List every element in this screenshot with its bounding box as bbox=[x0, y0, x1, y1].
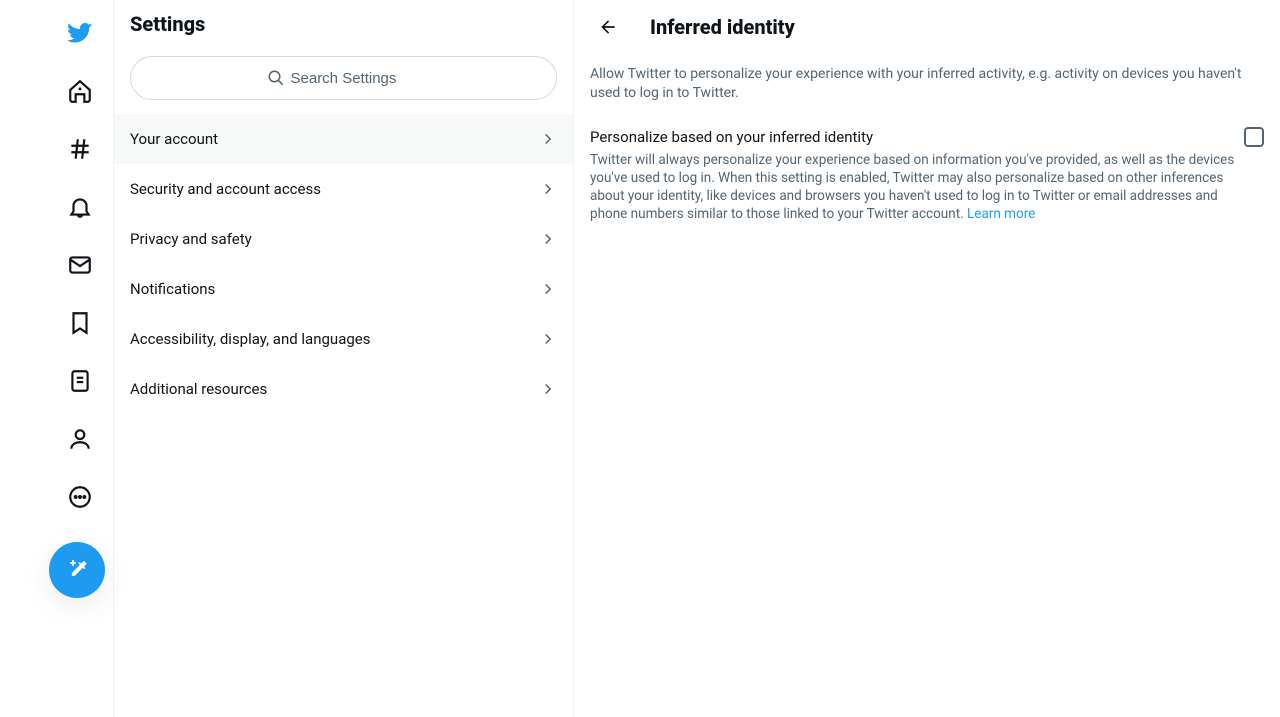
search-container bbox=[114, 48, 573, 114]
settings-item-label: Security and account access bbox=[130, 180, 321, 198]
explore-icon[interactable] bbox=[55, 124, 105, 174]
detail-panel: Inferred identity Allow Twitter to perso… bbox=[574, 0, 1280, 717]
setting-row-body: Twitter will always personalize your exp… bbox=[590, 147, 1264, 224]
settings-item-your-account[interactable]: Your account bbox=[114, 114, 573, 164]
search-box[interactable] bbox=[130, 56, 557, 100]
compose-button[interactable] bbox=[49, 542, 105, 598]
bookmarks-icon[interactable] bbox=[55, 298, 105, 348]
chevron-right-icon bbox=[539, 180, 557, 198]
arrow-left-icon bbox=[598, 17, 618, 37]
messages-icon[interactable] bbox=[55, 240, 105, 290]
settings-panel: Settings Your account Security and accou… bbox=[114, 0, 574, 717]
settings-item-privacy[interactable]: Privacy and safety bbox=[114, 214, 573, 264]
chevron-right-icon bbox=[539, 330, 557, 348]
settings-item-notifications[interactable]: Notifications bbox=[114, 264, 573, 314]
chevron-right-icon bbox=[539, 380, 557, 398]
detail-header: Inferred identity bbox=[574, 0, 1280, 53]
settings-item-label: Accessibility, display, and languages bbox=[130, 330, 370, 348]
settings-item-label: Additional resources bbox=[130, 380, 267, 398]
settings-title: Settings bbox=[114, 0, 573, 48]
personalize-checkbox[interactable] bbox=[1244, 127, 1264, 147]
settings-item-security[interactable]: Security and account access bbox=[114, 164, 573, 214]
setting-row-body-text: Twitter will always personalize your exp… bbox=[590, 152, 1234, 223]
settings-item-accessibility[interactable]: Accessibility, display, and languages bbox=[114, 314, 573, 364]
more-icon[interactable] bbox=[55, 472, 105, 522]
chevron-right-icon bbox=[539, 280, 557, 298]
search-input[interactable] bbox=[291, 70, 421, 87]
settings-item-label: Your account bbox=[130, 130, 218, 148]
settings-item-label: Notifications bbox=[130, 280, 215, 298]
detail-description: Allow Twitter to personalize your experi… bbox=[574, 53, 1280, 115]
setting-row-header: Personalize based on your inferred ident… bbox=[590, 127, 1264, 147]
setting-inferred-identity: Personalize based on your inferred ident… bbox=[574, 115, 1280, 228]
setting-row-title: Personalize based on your inferred ident… bbox=[590, 128, 873, 146]
learn-more-link[interactable]: Learn more bbox=[967, 206, 1035, 222]
primary-nav bbox=[0, 0, 114, 717]
back-button[interactable] bbox=[590, 9, 626, 45]
lists-icon[interactable] bbox=[55, 356, 105, 406]
settings-item-resources[interactable]: Additional resources bbox=[114, 364, 573, 414]
home-icon[interactable] bbox=[55, 66, 105, 116]
settings-item-label: Privacy and safety bbox=[130, 230, 252, 248]
notifications-icon[interactable] bbox=[55, 182, 105, 232]
chevron-right-icon bbox=[539, 230, 557, 248]
profile-icon[interactable] bbox=[55, 414, 105, 464]
detail-title: Inferred identity bbox=[650, 15, 795, 39]
chevron-right-icon bbox=[539, 130, 557, 148]
twitter-logo-icon[interactable] bbox=[55, 8, 105, 58]
search-icon bbox=[267, 69, 285, 87]
